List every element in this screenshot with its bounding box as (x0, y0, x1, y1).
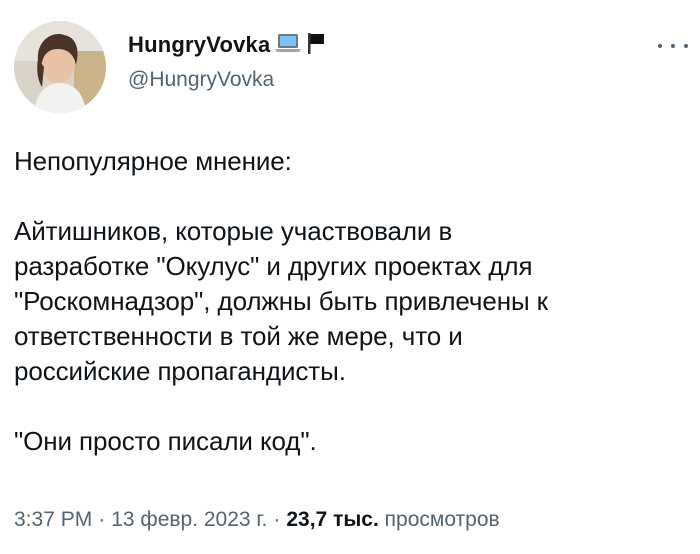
tweet-line: разработке "Окулус" и других проектах дл… (14, 251, 533, 281)
black-flag-emoji-icon (306, 31, 326, 60)
laptop-emoji-icon (274, 32, 302, 59)
avatar[interactable] (14, 21, 106, 113)
display-name: HungryVovka (128, 32, 271, 57)
tweet-text: Непопулярное мнение: Айтишников, которые… (14, 144, 684, 459)
tweet-meta: 3:37 PM · 13 февр. 2023 г. · 23,7 тыс. просм… (14, 508, 500, 532)
more-options-icon[interactable] (658, 36, 688, 56)
meta-separator: · (273, 508, 281, 531)
views-label: просмотров (384, 508, 500, 531)
display-name-row[interactable]: HungryVovka (128, 28, 326, 62)
author-handle[interactable]: @HungryVovka (128, 68, 274, 92)
tweet-time[interactable]: 3:37 PM (14, 508, 92, 531)
avatar-photo (14, 21, 106, 113)
tweet-line: Непопулярное мнение: (14, 146, 292, 176)
tweet: HungryVovka @HungryVovka Непопулярное мн… (0, 0, 700, 554)
meta-separator: · (98, 508, 106, 531)
tweet-line: ответственности в той же мере, что и (14, 321, 463, 351)
tweet-date[interactable]: 13 февр. 2023 г. (111, 508, 267, 531)
tweet-line: "Роскомнадзор", должны быть привлечены к (14, 286, 548, 316)
tweet-line: российские пропагандисты. (14, 356, 346, 386)
views-count: 23,7 тыс. (286, 508, 379, 531)
tweet-line: "Они просто писали код". (14, 426, 317, 456)
tweet-line: Айтишников, которые участвовали в (14, 216, 453, 246)
